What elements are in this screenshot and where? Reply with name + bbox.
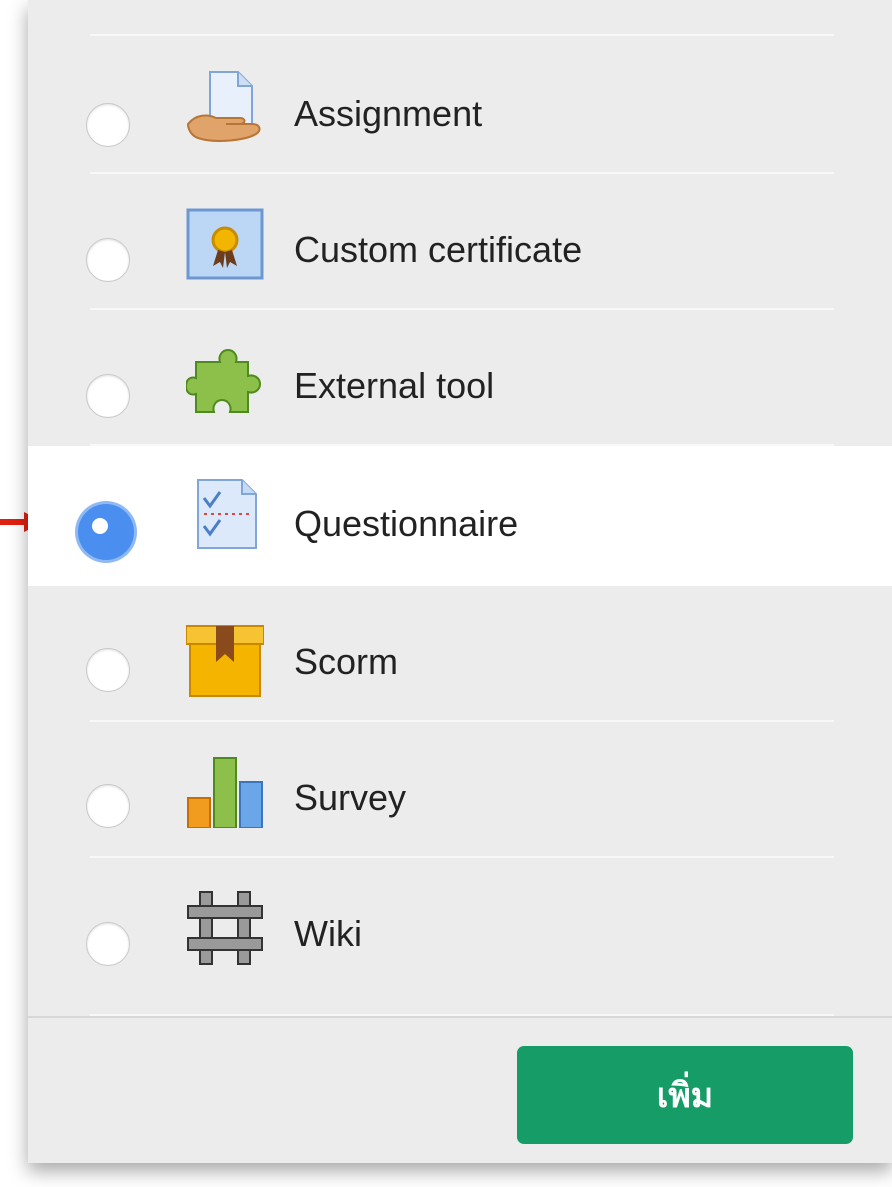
activity-option-survey[interactable]: Survey (28, 722, 892, 858)
activity-option-scorm[interactable]: Scorm (28, 586, 892, 722)
questionnaire-icon (197, 479, 257, 549)
survey-chart-icon (187, 757, 263, 828)
certificate-icon (186, 208, 264, 280)
activity-label: Custom certificate (294, 229, 583, 270)
activity-option-wiki[interactable]: Wiki (28, 858, 892, 1016)
radio-survey[interactable] (86, 784, 130, 828)
assignment-icon (186, 71, 261, 142)
radio-questionnaire[interactable] (78, 504, 134, 560)
radio-scorm[interactable] (86, 648, 130, 692)
activity-label: Survey (294, 777, 407, 818)
activity-option-external-tool[interactable]: External tool (28, 310, 892, 446)
radio-assignment[interactable] (86, 103, 130, 147)
add-button[interactable]: เพิ่ม (517, 1046, 853, 1144)
activity-chooser-panel: Assignment Custom certificate External t… (28, 0, 892, 1163)
activity-option-custom-certificate[interactable]: Custom certificate (28, 174, 892, 310)
list-divider (90, 34, 834, 36)
activity-label: Questionnaire (294, 503, 519, 544)
puzzle-icon (186, 348, 262, 413)
radio-custom-certificate[interactable] (86, 238, 130, 282)
activity-label: Assignment (294, 93, 483, 134)
scorm-package-icon (186, 625, 264, 697)
activity-label: External tool (294, 365, 495, 406)
activity-label: Wiki (294, 913, 362, 954)
activity-option-questionnaire[interactable]: Questionnaire (28, 446, 892, 586)
radio-wiki[interactable] (86, 922, 130, 966)
activity-option-assignment[interactable]: Assignment (28, 38, 892, 174)
wiki-icon (187, 891, 263, 965)
radio-external-tool[interactable] (86, 374, 130, 418)
activity-label: Scorm (294, 641, 399, 682)
